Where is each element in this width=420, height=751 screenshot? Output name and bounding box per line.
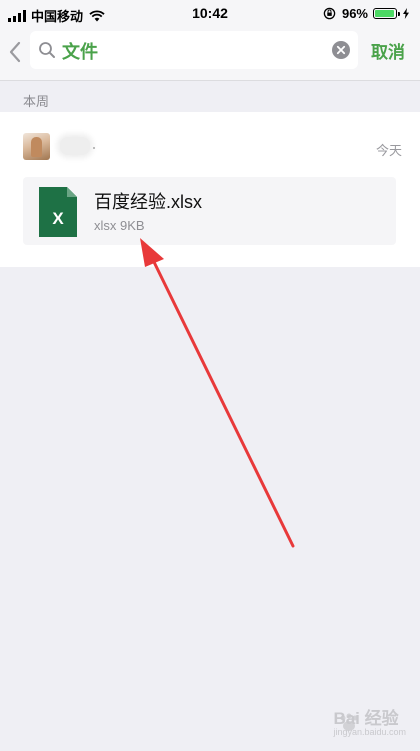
cancel-button[interactable]: 取消: [371, 38, 405, 63]
battery-icon: [373, 8, 400, 19]
search-field[interactable]: 文件: [30, 31, 358, 69]
search-input[interactable]: 文件: [62, 38, 98, 64]
search-header: 文件 取消: [0, 28, 420, 81]
section-label: 本周: [23, 94, 50, 109]
battery-percent: 96%: [341, 6, 368, 21]
status-right: 96%: [323, 6, 410, 21]
file-meta: xlsx 9KB: [94, 218, 145, 233]
file-name: 百度经验.xlsx: [94, 192, 202, 212]
charging-icon: [403, 8, 409, 19]
avatar[interactable]: [23, 133, 50, 160]
search-icon: [39, 42, 55, 58]
message-date: 今天: [375, 143, 402, 158]
file-message[interactable]: X 百度经验.xlsx xlsx 9KB: [23, 177, 396, 245]
sender-name-blurred: [60, 137, 90, 155]
result-card: 今天 X 百度经验.xlsx xlsx 9KB: [0, 112, 420, 267]
svg-text:X: X: [52, 209, 64, 228]
rotation-lock-icon: [323, 7, 336, 20]
excel-file-icon: X: [39, 187, 77, 237]
clear-icon[interactable]: [332, 41, 350, 59]
status-bar: 中国移动 10:42 96%: [0, 0, 420, 28]
back-chevron-icon[interactable]: [8, 40, 22, 64]
watermark: Bai 经验 jingyan.baidu.com: [333, 709, 406, 737]
